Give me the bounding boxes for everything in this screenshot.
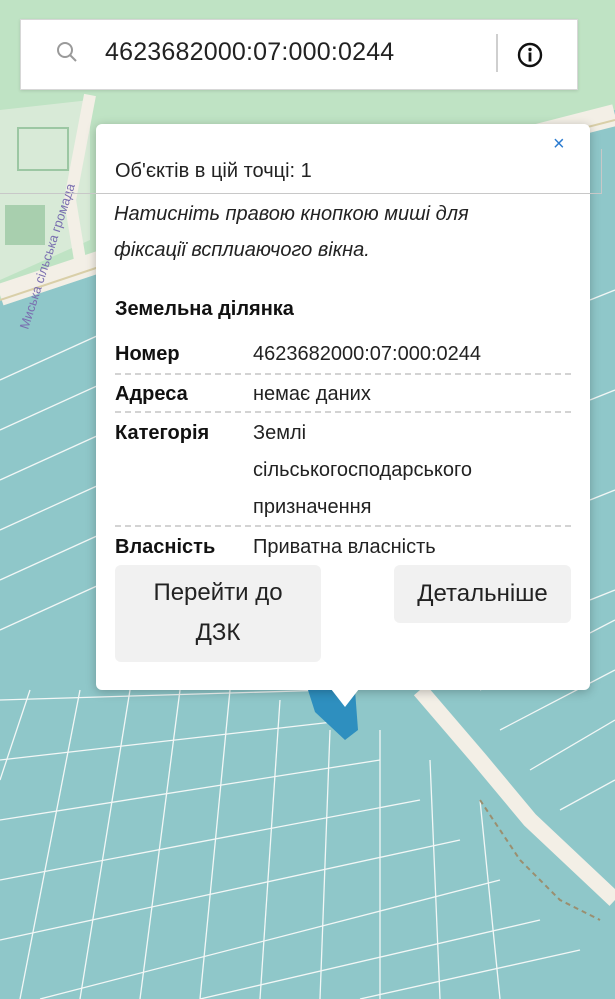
- search-divider: [496, 34, 498, 72]
- row-separator: [115, 525, 571, 527]
- row-label-number: Номер: [115, 343, 180, 365]
- row-value-category: Землі сільськогосподарського призначення: [253, 415, 472, 526]
- close-icon[interactable]: ×: [553, 133, 565, 156]
- building: [5, 205, 45, 245]
- category-line: Землі: [253, 422, 307, 444]
- search-icon[interactable]: [56, 41, 78, 63]
- row-value-address: немає даних: [253, 383, 371, 405]
- row-separator: [115, 411, 571, 413]
- goto-dzk-button[interactable]: Перейти до ДЗК: [115, 565, 321, 662]
- hint-line: фіксації всплиаючого вікна.: [114, 239, 370, 261]
- category-line: призначення: [253, 496, 372, 518]
- section-title: Земельна ділянка: [115, 298, 294, 320]
- search-input[interactable]: 4623682000:07:000:0244: [105, 38, 394, 67]
- objects-count: Об'єктів в цій точці: 1: [115, 160, 312, 182]
- row-value-number: 4623682000:07:000:0244: [253, 343, 482, 365]
- goto-dzk-label: ДЗК: [195, 619, 241, 646]
- goto-dzk-label: Перейти до: [153, 579, 283, 606]
- popup-tail: [331, 689, 359, 707]
- info-icon[interactable]: [517, 42, 543, 68]
- category-line: сільськогосподарського: [253, 459, 472, 481]
- hint-line: Натисніть правою кнопкою миші для: [114, 203, 469, 225]
- row-separator: [115, 373, 571, 375]
- row-label-ownership: Власність: [115, 536, 216, 558]
- details-button[interactable]: Детальніше: [394, 565, 571, 623]
- row-label-category: Категорія: [115, 422, 210, 444]
- row-value-ownership: Приватна власність: [253, 536, 436, 558]
- row-label-address: Адреса: [115, 383, 188, 405]
- popup-hint: Натисніть правою кнопкою миші для фіксац…: [114, 196, 534, 268]
